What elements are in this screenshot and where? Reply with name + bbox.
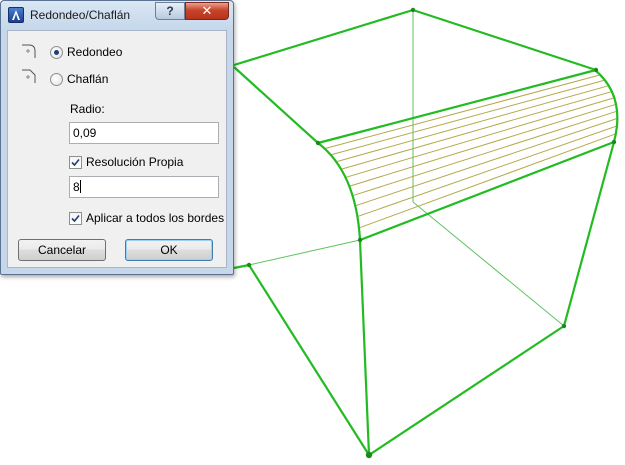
fillet-segment-line [355,117,618,207]
chamfer-edge-icon [20,67,38,85]
model-vertices [246,7,617,459]
text-caret [79,180,81,193]
radius-input[interactable]: 0,09 [69,122,219,144]
resolution-input[interactable]: 8 [69,176,219,198]
fillet-segment-line [330,79,605,156]
fillet-chamfer-dialog: Redondeo/Chaflán ? ✕ Redondeo Chaflán Ra… [0,0,234,275]
cancel-button[interactable]: Cancelar [18,239,106,261]
chamfer-label[interactable]: Chaflán [67,72,108,86]
fillet-segment-line [336,85,609,163]
ok-button[interactable]: OK [125,239,213,261]
dialog-title: Redondeo/Chaflán [30,8,131,22]
apply-all-edges-label[interactable]: Aplicar a todos los bordes [86,211,224,225]
radius-value: 0,09 [73,126,97,140]
close-button[interactable]: ✕ [185,2,229,20]
chamfer-radio[interactable] [50,73,63,86]
apply-all-edges-checkbox[interactable] [69,212,82,225]
custom-resolution-label[interactable]: Resolución Propia [86,155,183,169]
dialog-titlebar[interactable]: Redondeo/Chaflán ? ✕ [1,1,233,30]
radius-label: Radio: [70,102,105,116]
fillet-label[interactable]: Redondeo [67,45,122,59]
archicad-app-icon [8,7,24,23]
fillet-segment-line [357,125,618,218]
fillet-radio[interactable] [50,46,63,59]
fillet-segments [317,69,618,241]
back-edges [248,10,565,327]
front-edges [233,8,619,456]
fillet-segment-line [345,97,615,178]
resolution-value: 8 [73,180,80,194]
help-button[interactable]: ? [155,2,185,20]
custom-resolution-checkbox[interactable] [69,156,82,169]
dialog-body: Redondeo Chaflán Radio: 0,09 Resolución … [7,30,227,268]
fillet-edge-icon [20,42,38,60]
checkmark-icon [71,158,80,167]
checkmark-icon [71,214,80,223]
fillet-segment-line [349,103,617,187]
radio-selected-dot [54,50,59,55]
